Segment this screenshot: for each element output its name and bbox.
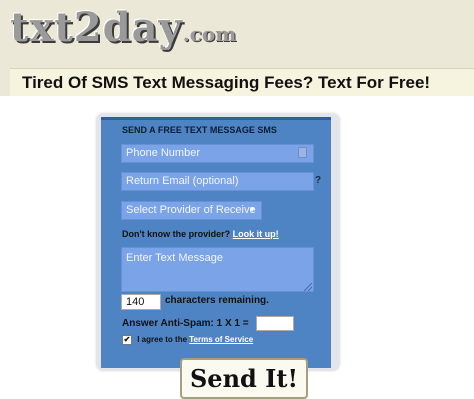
form-title: SEND A FREE TEXT MESSAGE SMS [122, 125, 277, 135]
tagline-banner: Tired Of SMS Text Messaging Fees? Text F… [10, 68, 474, 96]
provider-help-text: Don't know the provider? [122, 229, 231, 239]
agree-text: I agree to the [137, 335, 188, 345]
dropdown-arrow-icon[interactable]: ▾ [250, 204, 255, 215]
characters-remaining-field: 140 [121, 294, 161, 310]
look-it-up-link[interactable]: Look it up! [233, 229, 279, 239]
terms-agreement: ✔ I agree to the Terms of Service [122, 335, 253, 345]
email-help-link[interactable]: ? [315, 175, 321, 186]
phone-book-icon[interactable] [298, 147, 307, 158]
antispam-answer-input[interactable] [256, 316, 294, 331]
resize-handle-icon[interactable] [304, 283, 312, 291]
phone-number-input[interactable]: Phone Number [121, 144, 314, 163]
provider-select[interactable]: Select Provider of Receive [121, 201, 262, 220]
characters-remaining-label: characters remaining. [165, 295, 269, 306]
agree-checkbox[interactable]: ✔ [122, 335, 132, 345]
send-button[interactable]: Send It! [180, 358, 308, 399]
site-logo[interactable]: txt2day.com [10, 4, 236, 52]
antispam-label: Answer Anti-Spam: 1 X 1 = [122, 318, 249, 329]
logo-name: txt2day [10, 4, 183, 51]
provider-help: Don't know the provider? Look it up! [122, 229, 279, 239]
logo-suffix: .com [182, 22, 237, 46]
terms-of-service-link[interactable]: Terms of Service [189, 335, 253, 344]
message-textarea[interactable]: Enter Text Message [121, 247, 314, 292]
return-email-input[interactable]: Return Email (optional) [121, 172, 314, 191]
